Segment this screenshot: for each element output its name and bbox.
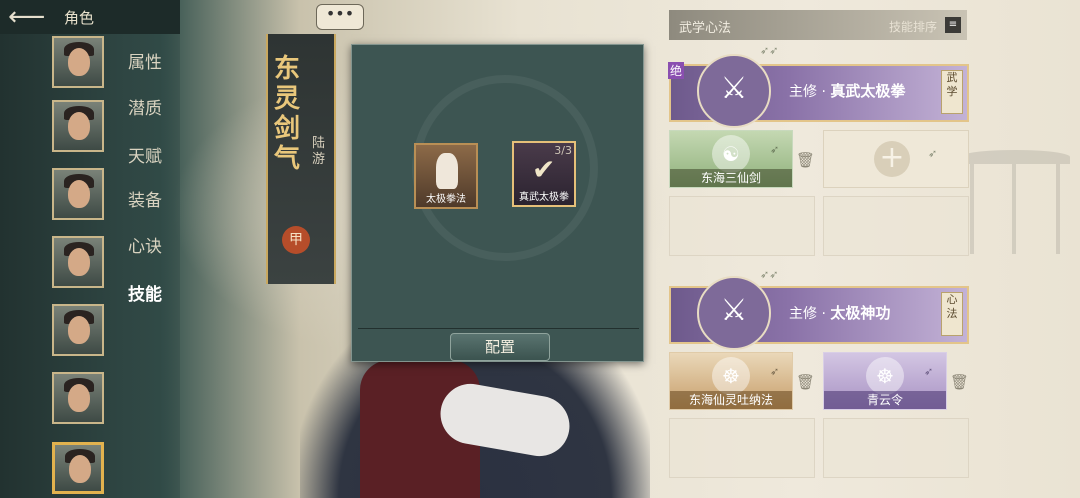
- character-subtitle: 陆游: [312, 136, 326, 167]
- top-bar: ⟵ 角色: [0, 0, 180, 34]
- meditation-icon: ☸: [866, 357, 904, 395]
- fighter-icon: ⚔: [697, 276, 771, 350]
- character-seal: 甲: [282, 226, 310, 254]
- nav-item-skills[interactable]: 技能: [52, 285, 202, 426]
- skill-slot-selected[interactable]: 3/3 ✔ 真武太极拳: [512, 141, 576, 207]
- panel-title: 武学心法: [679, 21, 732, 36]
- nav-label-active: 技能: [128, 285, 162, 305]
- plus-icon: +: [874, 141, 910, 177]
- sub-skill-card[interactable]: ☯ ➶ 东海三仙剑: [669, 130, 793, 188]
- avatar: [52, 304, 104, 356]
- nav-item-equipment[interactable]: 装备: [52, 191, 202, 290]
- trash-icon[interactable]: 🗑: [950, 372, 969, 392]
- nav-item-character[interactable]: [52, 442, 202, 496]
- nav-label: 装备: [128, 191, 162, 211]
- nav-label: 心诀: [128, 237, 162, 257]
- arrow-decoration-icon: ➶: [770, 365, 780, 378]
- skill-type-tag: 心法: [941, 292, 963, 336]
- rank-badge: 绝: [668, 62, 685, 79]
- avatar: [52, 100, 104, 152]
- arrow-decoration-icon: ➶: [928, 147, 938, 160]
- main-skill-martial[interactable]: ⚔ 主修 · 真武太极拳 武学: [669, 54, 969, 128]
- arrow-decoration-icon: ➶: [924, 365, 934, 378]
- arrow-left-icon[interactable]: ⟵: [8, 3, 48, 31]
- arrow-decoration-icon: ➶➶: [760, 44, 779, 57]
- nav-item-talent[interactable]: 天赋: [52, 147, 202, 222]
- nav-label: 潜质: [128, 99, 162, 119]
- avatar: [52, 372, 104, 424]
- skill-popup: 太极拳法 3/3 ✔ 真武太极拳 配置: [351, 44, 644, 362]
- arrow-decoration-icon: ➶➶: [760, 268, 779, 281]
- trash-icon[interactable]: 🗑: [796, 150, 815, 170]
- fighter-icon: [436, 153, 458, 189]
- more-options-button[interactable]: •••: [316, 4, 364, 30]
- main-skill-label: 主修 · 真武太极拳: [789, 82, 906, 100]
- nav-item-mind[interactable]: 心诀: [52, 237, 202, 358]
- avatar: [52, 168, 104, 220]
- character-name: 东灵剑气: [274, 54, 301, 174]
- add-skill-slot[interactable]: + ➶: [823, 130, 969, 188]
- empty-skill-slot: [669, 418, 815, 478]
- meditation-icon: ☸: [712, 357, 750, 395]
- main-skill-label: 主修 · 太极神功: [789, 304, 891, 322]
- avatar: [52, 36, 104, 88]
- sub-skill-label: 青云令: [824, 391, 946, 409]
- empty-skill-slot: [823, 196, 969, 256]
- avatar-selected: [52, 442, 104, 494]
- main-skill-mind[interactable]: ⚔ 主修 · 太极神功 心法: [669, 276, 969, 350]
- page-title: 角色: [64, 9, 95, 27]
- sub-skill-label: 东海仙灵吐纳法: [670, 391, 792, 409]
- arrow-decoration-icon: ➶: [770, 143, 780, 156]
- sort-icon[interactable]: ≡: [945, 17, 961, 33]
- slot-label: 太极拳法: [426, 194, 466, 205]
- fighter-icon: ⚔: [697, 54, 771, 128]
- skill-slot[interactable]: 太极拳法: [414, 143, 478, 209]
- fighter-icon: ☯: [712, 135, 750, 173]
- slot-label: 真武太极拳: [519, 192, 569, 203]
- slot-count: 3/3: [554, 144, 572, 157]
- divider: [358, 328, 639, 329]
- nav-label: 天赋: [128, 147, 162, 167]
- character-banner: 东灵剑气 陆游 甲: [266, 34, 336, 284]
- trash-icon[interactable]: 🗑: [796, 372, 815, 392]
- sub-skill-card[interactable]: ☸ ➶ 东海仙灵吐纳法: [669, 352, 793, 410]
- nav-item-attributes[interactable]: 属性: [52, 36, 202, 90]
- sort-button[interactable]: 技能排序: [889, 18, 937, 35]
- sub-skill-card[interactable]: ☸ ➶ 青云令: [823, 352, 947, 410]
- config-button[interactable]: 配置: [450, 333, 550, 361]
- avatar: [52, 236, 104, 288]
- martial-arts-header: 武学心法 技能排序 ≡: [669, 10, 967, 40]
- checkmark-icon: ✔: [532, 153, 556, 186]
- pavilion-decoration: [960, 120, 1070, 270]
- nav-label: 属性: [128, 53, 162, 73]
- sidebar: ⟵ 角色 属性 潜质 天赋 装备 心诀 技能: [0, 0, 180, 498]
- empty-skill-slot: [669, 196, 815, 256]
- sub-skill-label: 东海三仙剑: [670, 169, 792, 187]
- nav-item-potential[interactable]: 潜质: [52, 99, 202, 154]
- skill-type-tag: 武学: [941, 70, 963, 114]
- empty-skill-slot: [823, 418, 969, 478]
